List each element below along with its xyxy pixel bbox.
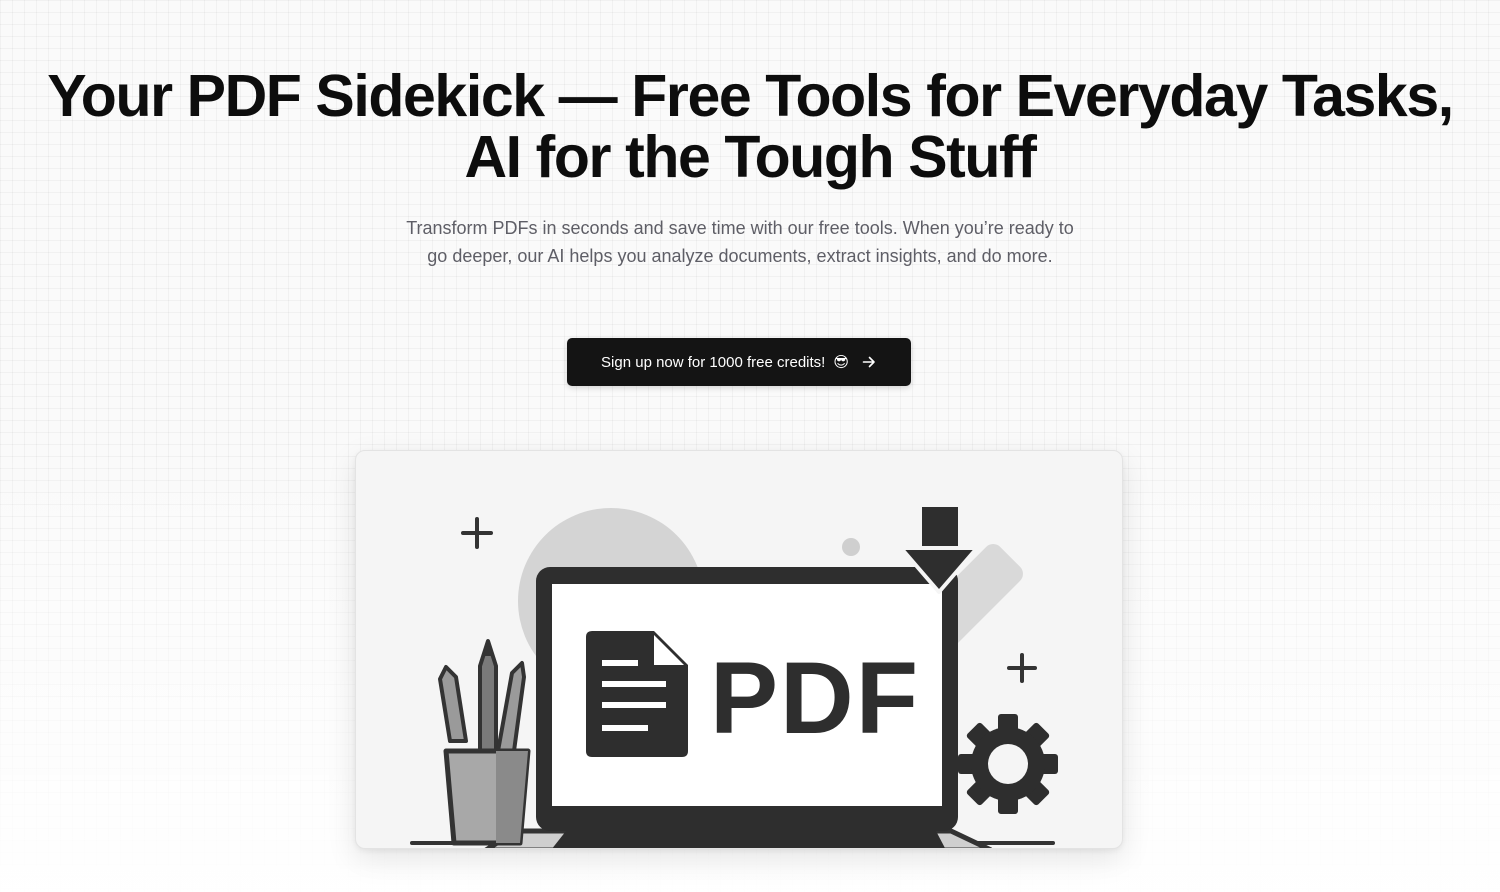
hero-headline: Your PDF Sidekick — Free Tools for Every… [0,66,1500,188]
plus-icon [1007,653,1037,683]
hero-illustration-card: PDF [355,450,1123,849]
arrow-right-icon [862,356,875,368]
document-icon [586,631,688,757]
background-dot [842,538,860,556]
hero-subtext: Transform PDFs in seconds and save time … [406,218,1074,266]
hero-headline-line-2: AI for the Tough Stuff [464,124,1036,190]
signup-cta-button[interactable]: Sign up now for 1000 free credits! 😎 [567,338,911,386]
plus-icon [461,517,493,549]
hero-headline-line-1: Your PDF Sidekick — Free Tools for Every… [47,63,1454,129]
signup-cta-label: Sign up now for 1000 free credits! [601,353,826,371]
gear-icon [958,714,1058,814]
screen-pdf-text: PDF [710,641,920,755]
pencil-cup-icon [438,639,531,846]
sunglasses-emoji-icon: 😎 [833,354,849,371]
pdf-laptop-illustration: PDF [410,507,1058,848]
